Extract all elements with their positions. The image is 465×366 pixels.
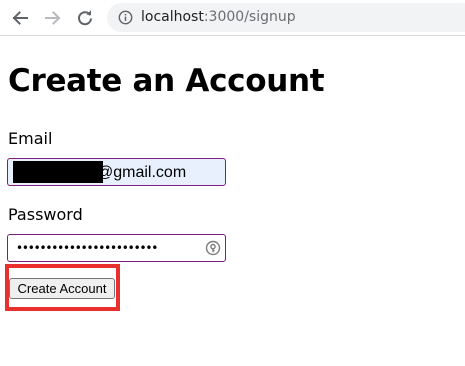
create-account-button[interactable]: Create Account [9, 278, 115, 299]
password-label: Password [8, 205, 83, 224]
email-domain-text: @gmail.com [97, 164, 187, 181]
reload-button[interactable] [74, 7, 96, 29]
password-field[interactable]: •••••••••••••••••••••••• [7, 234, 226, 262]
arrow-right-icon [45, 11, 61, 25]
address-bar[interactable]: localhost:3000/signup [107, 3, 465, 32]
arrow-left-icon [12, 11, 28, 25]
reload-icon [78, 10, 92, 26]
password-masked-value: •••••••••••••••••••••••• [16, 241, 158, 255]
url-text[interactable]: localhost:3000/signup [141, 9, 296, 26]
email-redaction [13, 161, 103, 183]
browser-toolbar: localhost:3000/signup [0, 0, 465, 36]
password-key-icon[interactable] [205, 240, 221, 256]
forward-button[interactable] [42, 7, 64, 29]
url-path: :3000/signup [203, 9, 296, 25]
url-host: localhost [141, 9, 204, 25]
info-icon[interactable] [118, 10, 133, 25]
email-label: Email [8, 129, 53, 148]
email-field[interactable]: @gmail.com [7, 158, 226, 186]
back-button[interactable] [9, 7, 31, 29]
page-title: Create an Account [8, 63, 325, 99]
